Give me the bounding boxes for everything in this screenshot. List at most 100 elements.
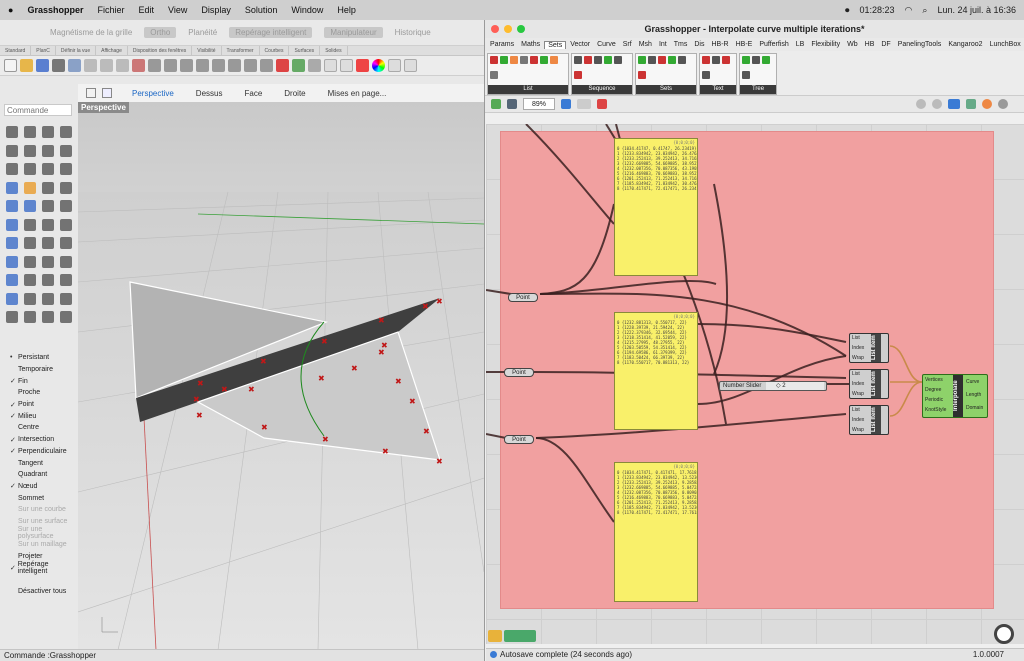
compass-icon[interactable] <box>994 624 1014 644</box>
osnap-checkbox[interactable]: ✓ <box>10 412 18 420</box>
modeling-tool-icon[interactable] <box>60 311 72 323</box>
osnap-row[interactable]: Sommet <box>10 492 78 504</box>
save-icon[interactable] <box>36 59 49 72</box>
gh-tab-hb-e[interactable]: HB-E <box>733 41 756 48</box>
osnap-checkbox[interactable]: ✓ <box>10 401 18 409</box>
lock-icon[interactable] <box>308 59 321 72</box>
menu-item[interactable]: Edit <box>138 5 154 15</box>
options-icon[interactable] <box>404 59 417 72</box>
bake-icon[interactable] <box>966 99 976 109</box>
text-icons[interactable] <box>700 54 736 85</box>
undo-icon[interactable] <box>132 59 145 72</box>
tab-standard[interactable]: Standard <box>0 46 32 55</box>
modeling-tool-icon[interactable] <box>6 218 18 231</box>
osnap-checkbox[interactable]: ✓ <box>10 436 18 444</box>
gh-tab-vector[interactable]: Vector <box>567 41 593 48</box>
modeling-tool-icon[interactable] <box>60 144 72 157</box>
gh-tab-wb[interactable]: Wb <box>844 41 861 48</box>
copy-icon[interactable] <box>100 59 113 72</box>
cut-icon[interactable] <box>84 59 97 72</box>
render-icon[interactable] <box>982 99 992 109</box>
tab-display[interactable]: Affichage <box>96 46 128 55</box>
preview-wire-icon[interactable] <box>916 99 926 109</box>
point-param-3[interactable]: Point <box>504 435 534 444</box>
modeling-tool-icon[interactable] <box>6 126 18 138</box>
input-list[interactable]: List <box>852 407 860 413</box>
modeling-tool-icon[interactable] <box>24 255 36 268</box>
undo-view-icon[interactable] <box>244 59 257 72</box>
modeling-tool-icon[interactable] <box>60 126 72 138</box>
gh-tab-hb[interactable]: HB <box>862 41 878 48</box>
osnap-row[interactable]: ✓ Nœud <box>10 481 78 493</box>
grasshopper-icon[interactable] <box>356 59 369 72</box>
clock[interactable]: Lun. 24 juil. à 16:36 <box>937 5 1016 15</box>
osnap-row[interactable]: Temporaire <box>10 364 78 376</box>
menu-item[interactable]: Solution <box>245 5 278 15</box>
paste-icon[interactable] <box>116 59 129 72</box>
modeling-tool-icon[interactable] <box>60 163 72 175</box>
interpolate-component[interactable]: Vertices Degree Periodic KnotStyle Inter… <box>922 374 988 418</box>
modeling-tool-icon[interactable] <box>42 292 54 305</box>
modeling-tool-icon[interactable] <box>42 163 54 175</box>
modeling-tool-icon[interactable] <box>60 292 72 305</box>
preview-eye-icon[interactable] <box>577 99 591 109</box>
slider-track[interactable]: ◇ 2 <box>766 382 824 390</box>
point-param-1[interactable]: Point <box>508 293 538 302</box>
command-input[interactable] <box>4 104 72 116</box>
zoom-field[interactable]: 89% <box>523 98 555 110</box>
open-icon[interactable] <box>20 59 33 72</box>
gh-tab-tms[interactable]: Tms <box>671 41 691 48</box>
modeling-tool-icon[interactable] <box>60 181 72 194</box>
modeling-tool-icon[interactable] <box>6 274 18 286</box>
tab-visibility[interactable]: Visibilité <box>192 46 222 55</box>
gh-tab-dis[interactable]: Dis <box>691 41 707 48</box>
modeling-tool-icon[interactable] <box>42 144 54 157</box>
tab-perspective[interactable]: Perspective <box>132 89 174 98</box>
gh-tab-pufferfish[interactable]: Pufferfish <box>756 41 791 48</box>
gh-tab-lb[interactable]: LB <box>793 41 808 48</box>
zoom-icon[interactable] <box>180 59 193 72</box>
osnap-row[interactable]: Quadrant <box>10 469 78 481</box>
input-wrap[interactable]: Wrap <box>852 427 864 433</box>
gh-tab-maths[interactable]: Maths <box>518 41 543 48</box>
osnap-row[interactable]: Tangent <box>10 457 78 469</box>
osnap-row[interactable]: Sur une polysurface <box>10 526 78 540</box>
preview-shaded-icon[interactable] <box>932 99 942 109</box>
search-icon[interactable]: ⌕ <box>922 5 927 16</box>
osnap-row[interactable]: Sur un maillage <box>10 539 78 551</box>
modeling-tool-icon[interactable] <box>24 274 36 286</box>
osnap-checkbox[interactable]: ✓ <box>10 447 18 455</box>
sequence-icons[interactable] <box>572 54 632 85</box>
color-wheel-icon[interactable] <box>372 59 385 72</box>
gh-tab-kangaroo2[interactable]: Kangaroo2 <box>945 41 985 48</box>
app-menu[interactable]: Grasshopper <box>27 5 83 15</box>
input-list[interactable]: List <box>852 371 860 377</box>
modeling-tool-icon[interactable] <box>24 218 36 231</box>
menu-item[interactable]: Display <box>201 5 231 15</box>
modeling-tool-icon[interactable] <box>42 126 54 138</box>
sets-icons[interactable] <box>636 54 696 85</box>
modeling-tool-icon[interactable] <box>6 237 18 249</box>
modeling-tool-icon[interactable] <box>6 163 18 175</box>
modeling-tool-icon[interactable] <box>6 292 18 305</box>
osnap-row[interactable]: Sur une courbe <box>10 504 78 516</box>
modeling-tool-icon[interactable] <box>42 200 54 212</box>
osnap-row[interactable] <box>10 574 78 586</box>
history-toggle[interactable]: Historique <box>395 28 431 37</box>
osnap-row[interactable]: Proche <box>10 387 78 399</box>
menu-item[interactable]: View <box>168 5 187 15</box>
tab-solids[interactable]: Solides <box>320 46 348 55</box>
rotate-view-icon[interactable] <box>164 59 177 72</box>
save-icon[interactable] <box>507 99 517 109</box>
perspective-viewport[interactable]: ✖ ✖ ✖ ✖ ✖ ✖ ✖ ✖ ✖ ✖ ✖ ✖ ✖ ✖ ✖ ✖ ✖ ✖ ✖ ✖ ✖ Perspective <box>78 102 484 650</box>
yellow-panel-1[interactable]: {0;0;0;0} 0 {1034.41747, 0.41747, 26.2341… <box>614 138 698 276</box>
modeling-tool-icon[interactable] <box>42 311 54 323</box>
render-icon[interactable] <box>388 59 401 72</box>
viewport-layout-icon[interactable] <box>86 88 96 98</box>
point-param-2[interactable]: Point <box>504 368 534 377</box>
sketch-icon[interactable] <box>597 99 607 109</box>
input-degree[interactable]: Degree <box>925 387 941 393</box>
modeling-tool-icon[interactable] <box>42 181 54 194</box>
modeling-tool-icon[interactable] <box>42 218 54 231</box>
modeling-tool-icon[interactable] <box>60 200 72 212</box>
